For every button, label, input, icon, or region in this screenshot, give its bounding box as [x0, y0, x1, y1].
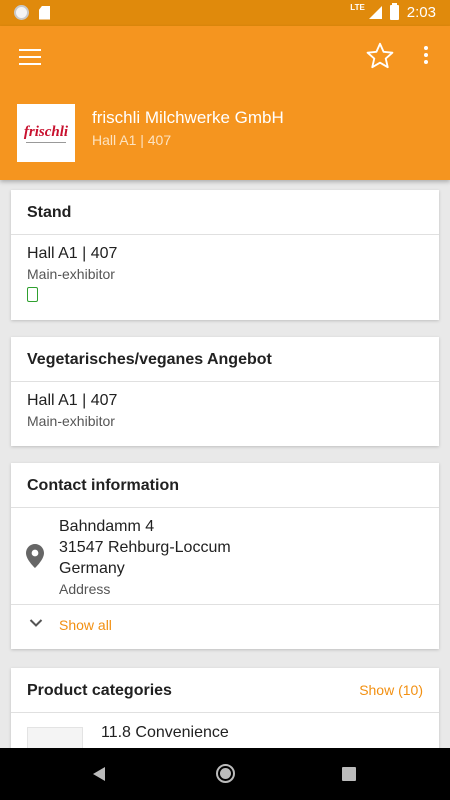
- back-icon[interactable]: [93, 767, 105, 781]
- show-all-button[interactable]: Show all: [11, 605, 439, 648]
- signal-icon: [368, 6, 382, 19]
- network-type: LTE: [350, 3, 365, 12]
- stand-role: Main-exhibitor: [27, 266, 115, 282]
- stand-marker-icon: [27, 287, 38, 302]
- battery-icon: [389, 3, 399, 20]
- sd-card-icon: [39, 5, 50, 20]
- menu-icon[interactable]: [19, 49, 41, 65]
- vegan-offer-title: Vegetarisches/veganes Angebot: [11, 337, 439, 382]
- home-icon[interactable]: [216, 764, 235, 783]
- more-options-icon[interactable]: [416, 46, 436, 68]
- address-row[interactable]: Bahndamm 4 31547 Rehburg-Loccum Germany …: [11, 508, 439, 605]
- company-location: Hall A1 | 407: [92, 132, 172, 148]
- vegan-offer-role: Main-exhibitor: [27, 413, 115, 429]
- contact-title: Contact information: [11, 463, 439, 508]
- navigation-bar: [0, 748, 450, 800]
- show-all-label: Show all: [59, 617, 112, 633]
- stand-title: Stand: [11, 190, 439, 235]
- product-categories-title: Product categories: [27, 682, 172, 699]
- stand-card[interactable]: Stand Hall A1 | 407 Main-exhibitor: [11, 190, 439, 320]
- company-logo: frischli: [17, 104, 75, 162]
- notification-icon: [14, 5, 29, 20]
- stand-location: Hall A1 | 407: [27, 245, 118, 262]
- address-label: Address: [59, 581, 111, 597]
- favorite-star-icon[interactable]: [364, 40, 396, 72]
- address-line-2: 31547 Rehburg-Loccum: [59, 539, 231, 556]
- address-line-1: Bahndamm 4: [59, 518, 155, 535]
- app-bar: frischli frischli Milchwerke GmbH Hall A…: [0, 26, 450, 180]
- vegan-offer-card[interactable]: Vegetarisches/veganes Angebot Hall A1 | …: [11, 337, 439, 446]
- recent-apps-icon[interactable]: [342, 767, 356, 781]
- address-line-3: Germany: [59, 560, 125, 577]
- vegan-offer-location: Hall A1 | 407: [27, 392, 118, 409]
- show-categories-button[interactable]: Show (10): [359, 682, 423, 712]
- contact-card: Contact information Bahndamm 4 31547 Reh…: [11, 463, 439, 649]
- category-label: 11.8 Convenience: [101, 724, 229, 741]
- chevron-down-icon: [29, 619, 43, 627]
- product-categories-card: Product categories Show (10) 11.8 Conven…: [11, 668, 439, 767]
- clock: 2:03: [406, 4, 436, 21]
- company-name: frischli Milchwerke GmbH: [92, 108, 284, 127]
- status-bar: LTE 2:03: [0, 0, 450, 26]
- location-pin-icon: [26, 544, 44, 568]
